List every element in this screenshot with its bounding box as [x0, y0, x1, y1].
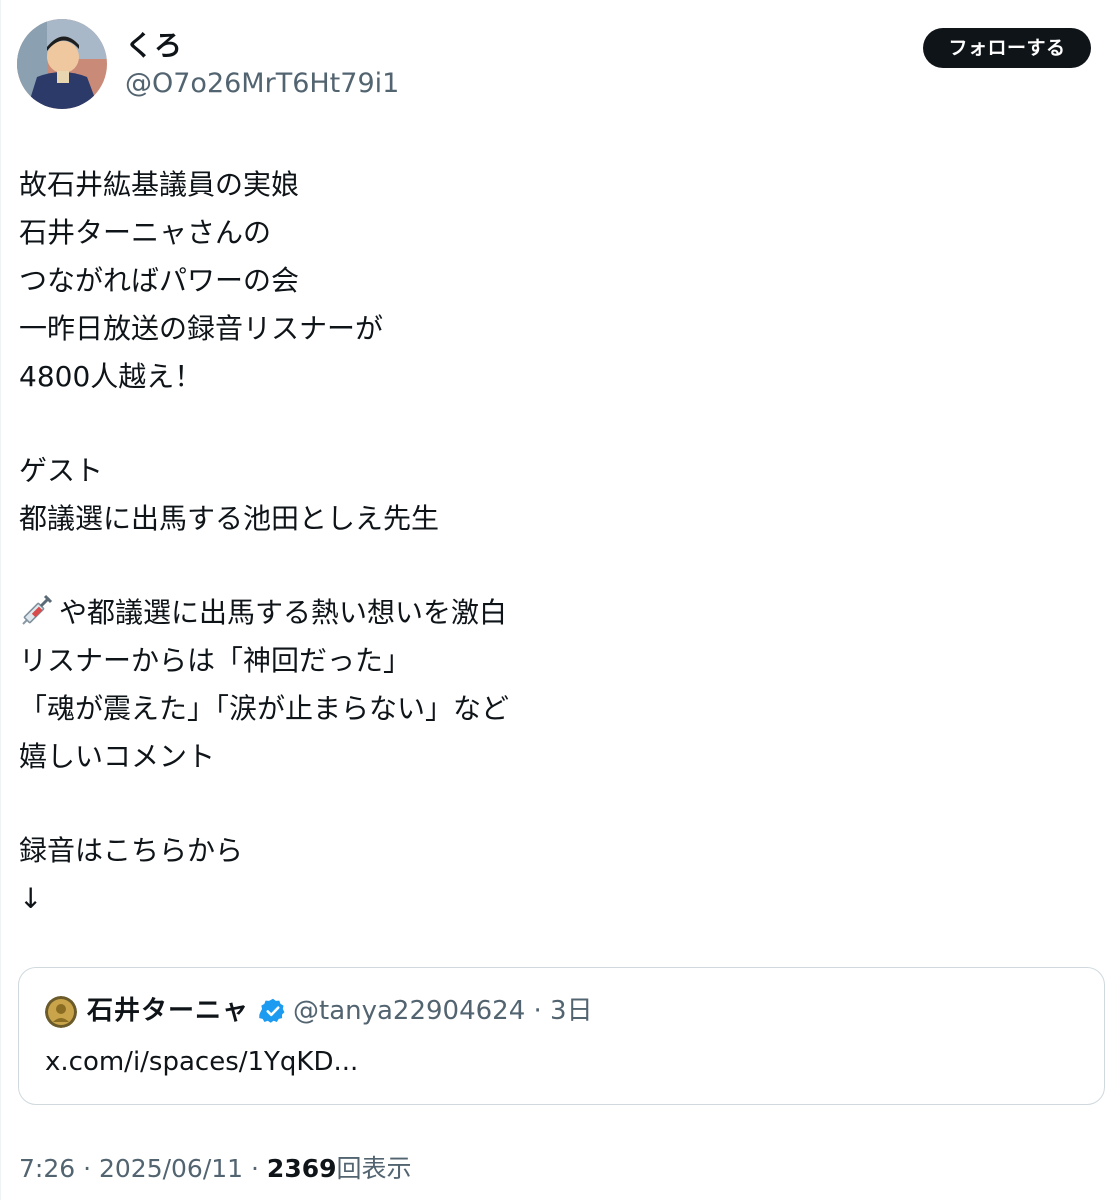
quoted-author-avatar[interactable] — [45, 996, 77, 1028]
tweet-line: 石井ターニャさんの — [19, 216, 272, 249]
tweet-line: 嬉しいコメント — [19, 740, 216, 773]
tweet-meta: 7:26 · 2025/06/11 · 2369回表示 — [19, 1149, 412, 1189]
author-handle[interactable]: @O7o26MrT6Ht79i1 — [125, 66, 399, 102]
views-label: 回表示 — [336, 1154, 412, 1183]
tweet-detail: くろ @O7o26MrT6Ht79i1 フォローする 故石井紘基議員の実娘 石井… — [0, 0, 1119, 1200]
quoted-tweet-link[interactable]: x.com/i/spaces/1YqKD... — [45, 1044, 358, 1080]
follow-button[interactable]: フォローする — [923, 28, 1091, 68]
tweet-line: 録音はこちらから — [19, 834, 244, 867]
tweet-line: ゲスト — [19, 454, 104, 487]
syringe-icon — [22, 594, 53, 625]
tweet-line-text: や都議選に出馬する熱い想いを激白 — [59, 596, 508, 629]
tweet-text: 故石井紘基議員の実娘 石井ターニャさんの つながればパワーの会 一昨日放送の録音… — [19, 161, 1099, 923]
avatar-illustration — [17, 19, 107, 109]
coin-avatar-image — [45, 996, 77, 1028]
quoted-handle-and-time: @tanya22904624 · 3日 — [293, 996, 593, 1026]
tweet-line-with-emoji: や都議選に出馬する熱い想いを激白 — [19, 589, 1099, 637]
tweet-line-arrow: ↓ — [19, 882, 43, 915]
tweet-line: 一昨日放送の録音リスナーが — [19, 312, 384, 345]
tweet-line: 都議選に出馬する池田としえ先生 — [19, 502, 440, 535]
tweet-line: 故石井紘基議員の実娘 — [19, 168, 300, 201]
tweet-line: 4800人越え！ — [19, 360, 203, 393]
tweet-line: 「魂が震えた」「涙が止まらない」など — [19, 692, 510, 725]
verified-badge-icon — [259, 998, 285, 1023]
tweet-timestamp[interactable]: 7:26 · 2025/06/11 · — [19, 1154, 267, 1183]
quoted-tweet-card[interactable]: 石井ターニャ @tanya22904624 · 3日 x.com/i/space… — [18, 967, 1105, 1105]
author-avatar[interactable] — [17, 19, 107, 109]
author-display-name[interactable]: くろ — [125, 28, 183, 64]
quoted-author-name[interactable]: 石井ターニャ — [87, 993, 249, 1029]
tweet-line: つながればパワーの会 — [19, 264, 300, 297]
views-count: 2369 — [266, 1154, 337, 1183]
tweet-line: リスナーからは「神回だった」 — [19, 644, 412, 677]
